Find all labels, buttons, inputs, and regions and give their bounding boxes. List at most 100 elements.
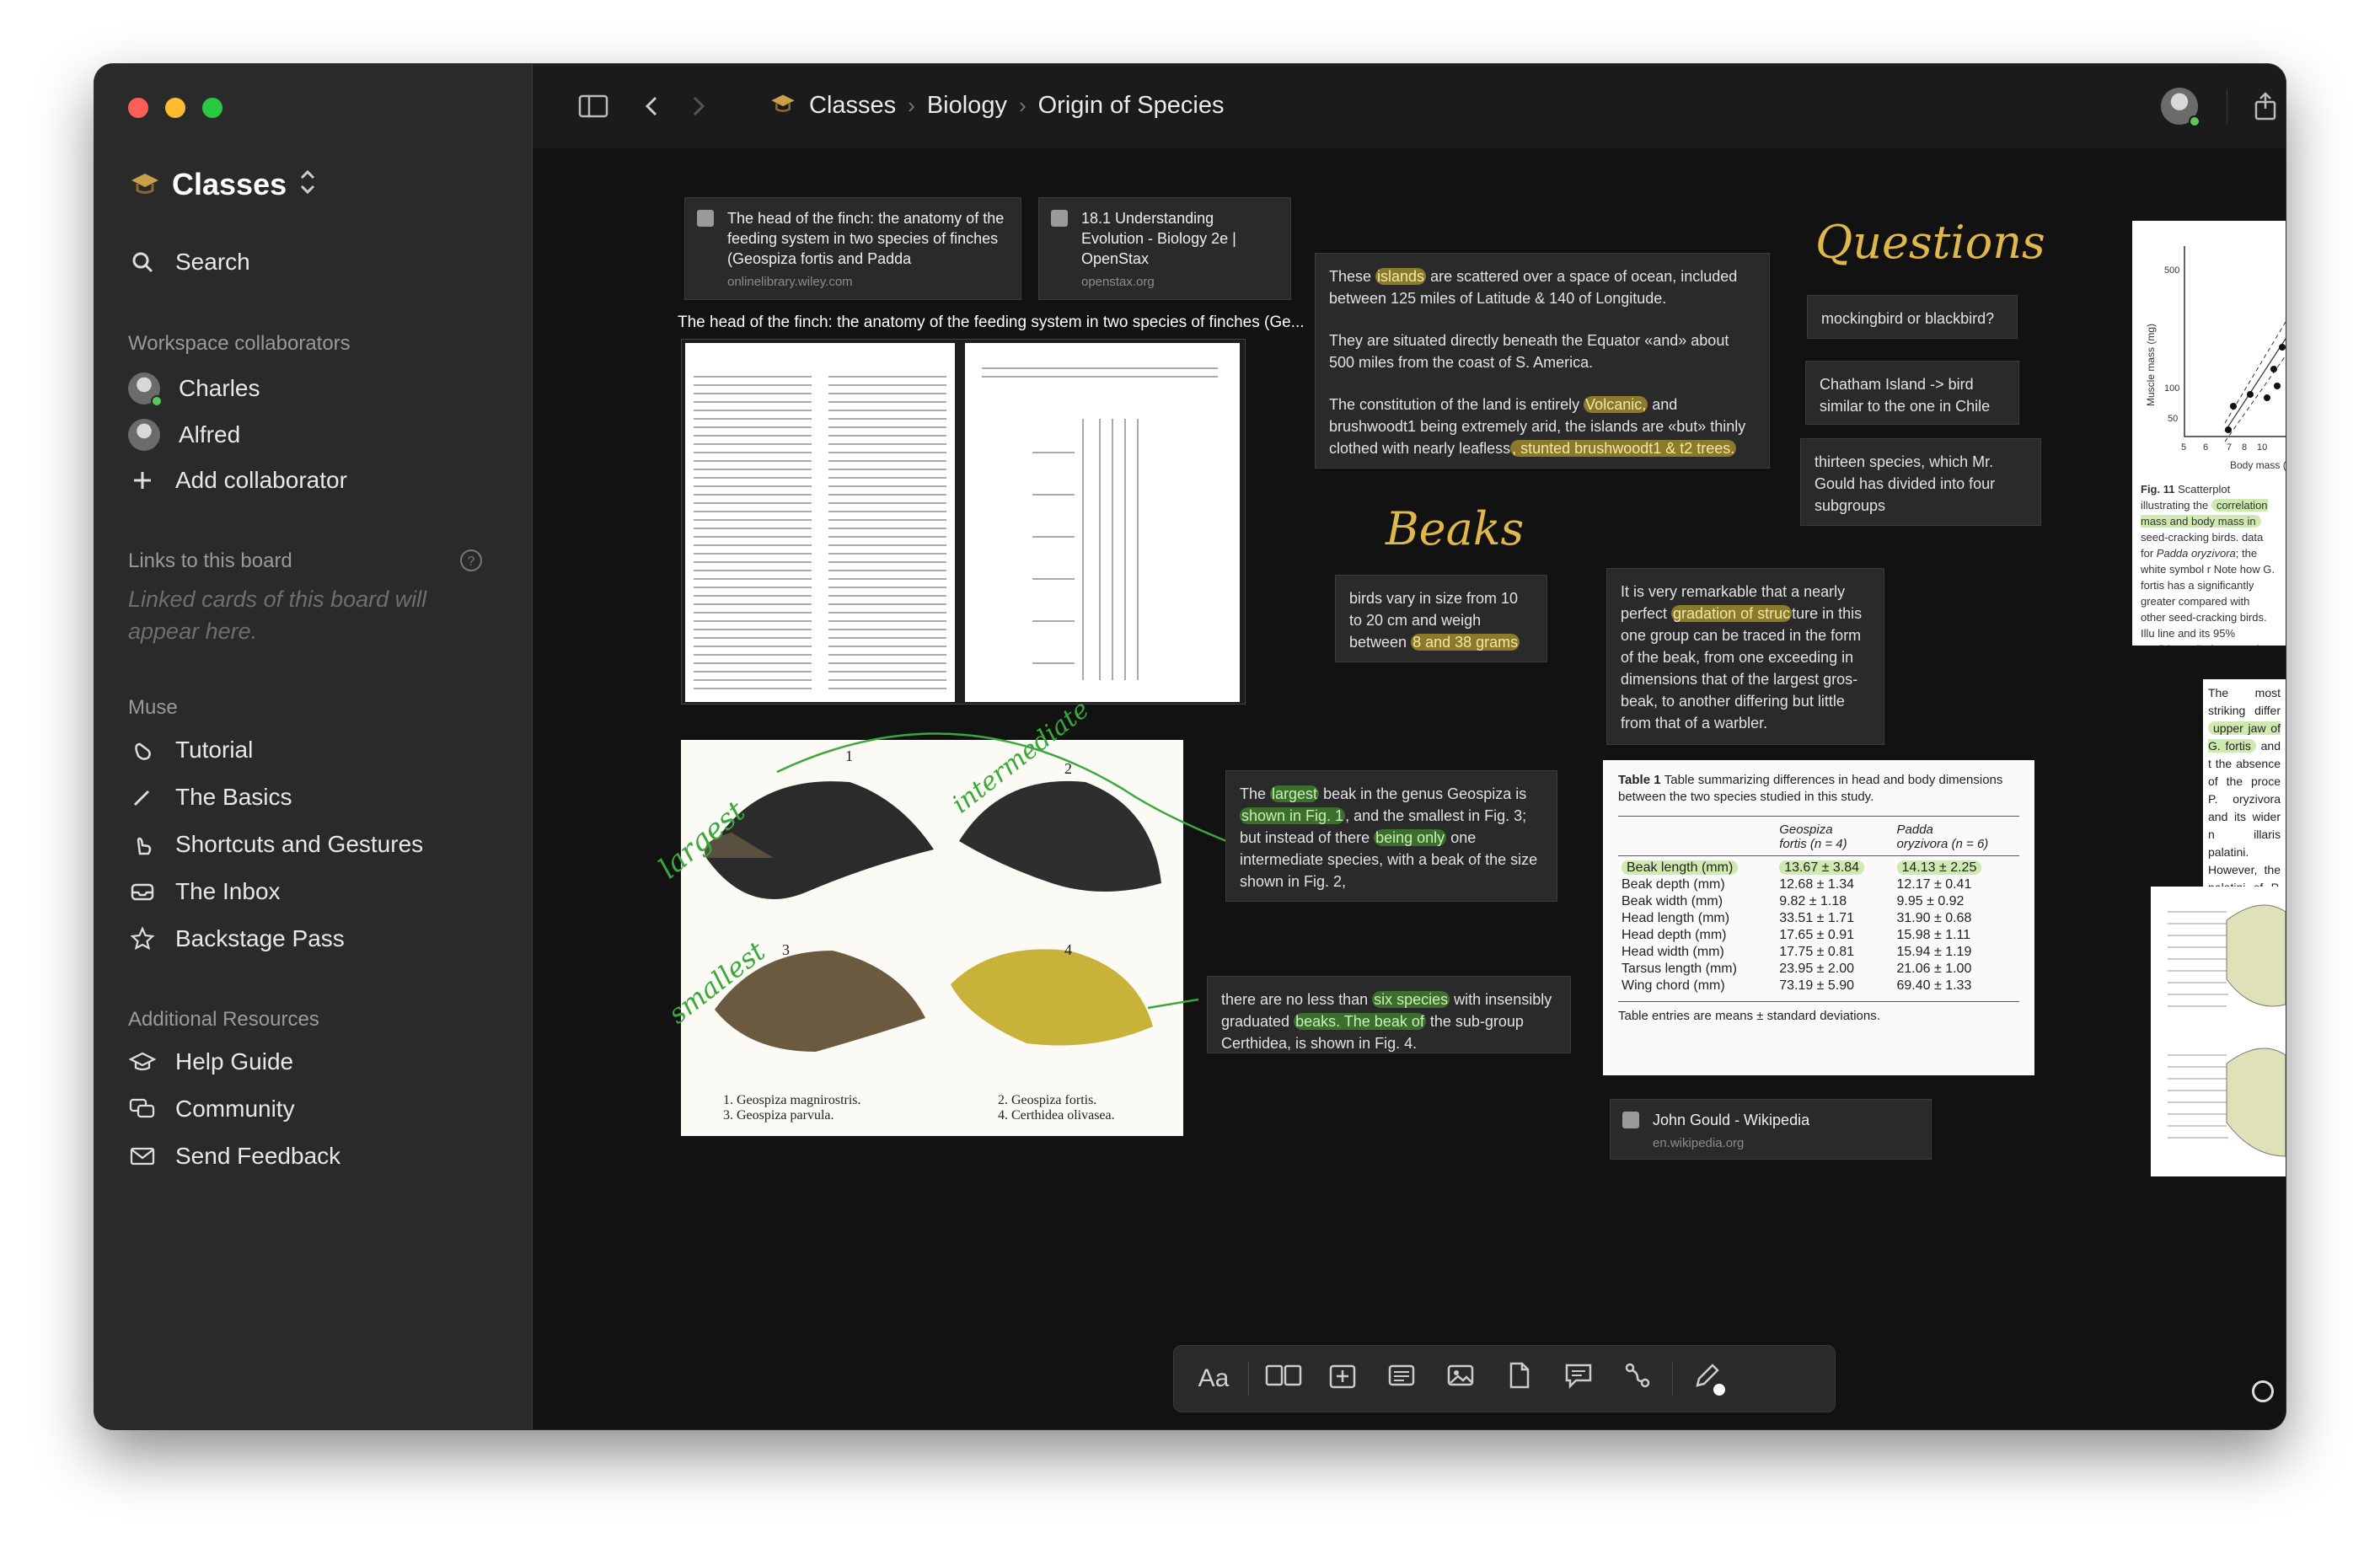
envelope-icon	[128, 1142, 157, 1171]
note-text: The	[1240, 785, 1271, 802]
table-cell: 9.82 ± 1.18	[1779, 894, 1847, 908]
table-cell: 9.95 ± 0.92	[1896, 894, 1965, 908]
muse-item-label: The Inbox	[175, 878, 281, 904]
resource-community[interactable]: Community	[128, 1095, 295, 1123]
note-card-largest-beak[interactable]: The largest beak in the genus Geospiza i…	[1225, 770, 1557, 902]
resource-help-guide[interactable]: Help Guide	[128, 1048, 293, 1076]
new-board-button[interactable]	[1254, 1353, 1313, 1404]
workspace-title: Classes	[172, 166, 287, 201]
beaks-handwriting: Beaks	[1385, 502, 1524, 555]
muse-item-label: The Basics	[175, 784, 292, 810]
table-row: Beak length (mm) 13.67 ± 3.84 14.13 ± 2.25	[1618, 860, 2019, 876]
minimize-window-button[interactable]	[165, 98, 185, 118]
hand-pointer-icon	[128, 830, 157, 859]
status-circle-icon[interactable]	[2252, 1380, 2274, 1402]
y-axis-label: Muscle mass (mg)	[2145, 324, 2157, 406]
add-collaborator-button[interactable]: Add collaborator	[128, 466, 347, 495]
table-cell: 21.06 ± 1.00	[1896, 962, 1972, 976]
data-table: Geospiza fortis (n = 4) Padda oryzivora (n…	[1618, 822, 2019, 994]
plus-icon	[128, 466, 157, 495]
note-icon	[1387, 1363, 1416, 1395]
graduation-cap-icon	[128, 165, 162, 203]
help-circle-icon[interactable]: ?	[458, 548, 484, 577]
x-tick: 10	[2257, 442, 2267, 453]
muse-item-label: Shortcuts and Gestures	[175, 831, 424, 857]
y-tick: 50	[2168, 414, 2178, 424]
hand-wave-icon	[128, 736, 157, 764]
muse-item-basics[interactable]: The Basics	[128, 783, 292, 812]
note-card-beaks[interactable]: birds vary in size from 10 to 20 cm and …	[1335, 575, 1547, 662]
collaborator-charles[interactable]: Charles	[128, 372, 260, 407]
resource-send-feedback[interactable]: Send Feedback	[128, 1142, 340, 1171]
note-card-remark[interactable]: It is very remarkable that a nearly perf…	[1606, 568, 1884, 745]
x-tick: 7	[2227, 442, 2232, 453]
figure-card[interactable]: Muscle mass (mg) 500 100 50 5 6 7 8 10 B…	[2132, 221, 2286, 646]
table-header: Padda oryzivora (n = 6)	[1896, 823, 1989, 851]
text-style-button[interactable]: Aa	[1184, 1353, 1243, 1404]
collaborator-alfred[interactable]: Alfred	[128, 419, 240, 451]
close-window-button[interactable]	[128, 98, 148, 118]
table-caption-text: Table summarizing differences in head an…	[1618, 773, 2003, 804]
question-card[interactable]: Chatham Island -> bird similar to the on…	[1805, 361, 2019, 425]
highlight: being only	[1374, 829, 1447, 846]
note-card-six-species[interactable]: there are no less than six species with …	[1207, 976, 1571, 1053]
zoom-window-button[interactable]	[202, 98, 222, 118]
table-cell: Tarsus length (mm)	[1622, 962, 1737, 976]
muse-item-inbox[interactable]: The Inbox	[128, 877, 281, 906]
x-tick: 8	[2242, 442, 2247, 453]
table-row: Head depth (mm) 17.65 ± 0.91 15.98 ± 1.11	[1618, 927, 2019, 944]
table-cell: Head width (mm)	[1622, 945, 1724, 959]
workspace-switcher[interactable]: Classes	[128, 165, 319, 203]
toolbar-divider	[1248, 1362, 1249, 1396]
x-tick: 5	[2181, 442, 2186, 453]
table-cell: Beak length (mm)	[1622, 860, 1739, 875]
figure-caption: Fig. 11 Scatterplot illustrating the cor…	[2132, 478, 2286, 646]
note-text: These	[1329, 268, 1376, 285]
scatter-plot: Muscle mass (mg) 500 100 50 5 6 7 8 10 B…	[2145, 246, 2286, 471]
add-note-button[interactable]	[1372, 1353, 1431, 1404]
add-comment-button[interactable]	[1549, 1353, 1608, 1404]
muse-item-tutorial[interactable]: Tutorial	[128, 736, 253, 764]
svg-text:?: ?	[468, 555, 475, 569]
muse-item-shortcuts[interactable]: Shortcuts and Gestures	[128, 830, 423, 859]
add-document-button[interactable]	[1490, 1353, 1549, 1404]
connector-icon	[1623, 1361, 1652, 1396]
board-canvas[interactable]: Classes › Biology › Origin of Species Th…	[533, 64, 2286, 1429]
comment-icon	[1564, 1362, 1593, 1396]
skull-figure-card[interactable]	[2151, 887, 2286, 1176]
resource-label: Help Guide	[175, 1048, 294, 1074]
table-card[interactable]: Table 1 Table summarizing differences in…	[1603, 760, 2034, 1075]
links-note: Linked cards of this board will appear h…	[128, 587, 427, 644]
highlight: gradation of struc	[1671, 605, 1793, 622]
question-card[interactable]: thirteen species, which Mr. Gould has di…	[1800, 438, 2041, 526]
table-cell: Beak depth (mm)	[1622, 877, 1725, 892]
table-cell: 15.98 ± 1.11	[1896, 928, 1971, 942]
add-image-button[interactable]	[1431, 1353, 1490, 1404]
question-card[interactable]: mockingbird or blackbird?	[1807, 295, 2018, 339]
table-cell: 17.65 ± 0.91	[1779, 928, 1855, 942]
pen-tool-button[interactable]	[1678, 1353, 1737, 1404]
add-collaborator-label: Add collaborator	[175, 467, 347, 493]
collaborator-name: Charles	[179, 375, 260, 401]
add-board-button[interactable]	[1313, 1353, 1372, 1404]
chat-bubbles-icon	[128, 1095, 157, 1123]
table-cell: 13.67 ± 3.84	[1779, 860, 1865, 875]
muse-item-label: Tutorial	[175, 737, 254, 763]
highlight: largest	[1270, 785, 1320, 802]
note-text: ture in this one group can be traced in …	[1621, 605, 1863, 731]
table-footnote: Table entries are means ± standard devia…	[1618, 1009, 1880, 1023]
note-card-islands[interactable]: These islands are scattered over a space…	[1315, 253, 1770, 469]
chevron-up-down-icon[interactable]	[297, 168, 319, 201]
star-icon	[128, 924, 157, 953]
table-row: Wing chord (mm) 73.19 ± 5.90 69.40 ± 1.33	[1618, 978, 2019, 994]
text-excerpt-card[interactable]: The most striking differ upper jaw of G.…	[2203, 679, 2286, 890]
link-card-wikipedia[interactable]: John Gould - Wikipedia en.wikipedia.org	[1610, 1099, 1932, 1160]
muse-item-backstage[interactable]: Backstage Pass	[128, 924, 345, 953]
table-header-row: Geospiza fortis (n = 4) Padda oryzivora (n…	[1618, 822, 2019, 852]
highlight: six species	[1372, 991, 1450, 1008]
note-paragraph: They are situated directly beneath the E…	[1329, 332, 1729, 371]
search-item[interactable]: Search	[128, 248, 250, 276]
table-row: Tarsus length (mm) 23.95 ± 2.00 21.06 ± 1.…	[1618, 961, 2019, 978]
table-cell: 12.68 ± 1.34	[1779, 877, 1855, 892]
connect-button[interactable]	[1608, 1353, 1667, 1404]
